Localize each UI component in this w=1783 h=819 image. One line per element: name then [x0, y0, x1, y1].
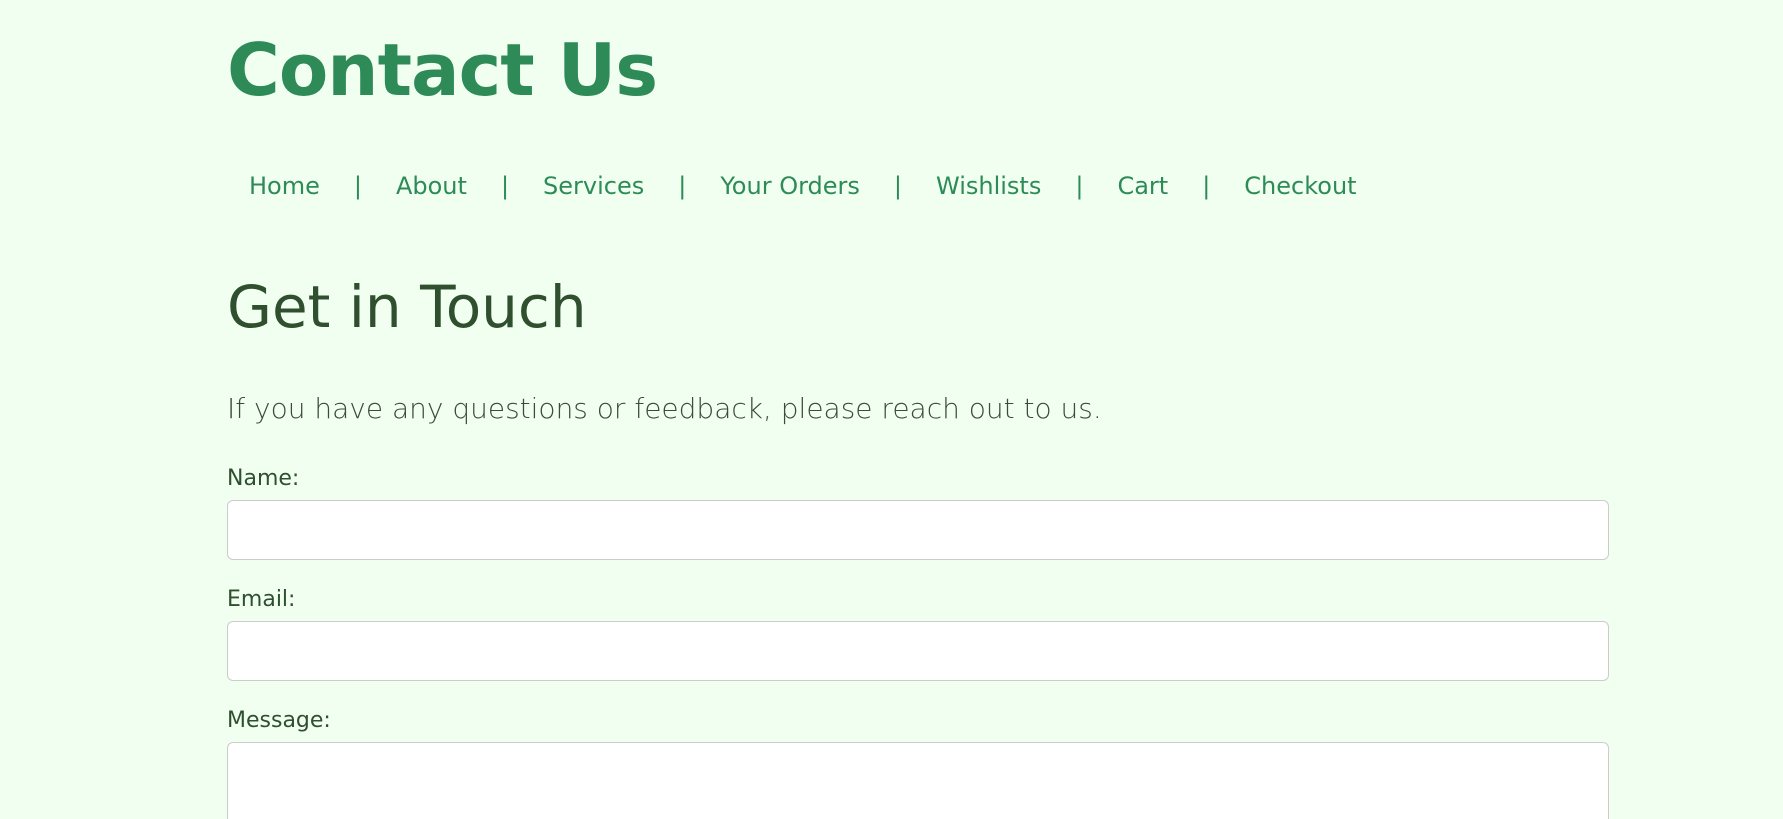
nav-separator: |: [1075, 172, 1084, 200]
name-input[interactable]: [227, 500, 1609, 560]
nav-item-checkout[interactable]: Checkout: [1222, 172, 1378, 200]
nav-separator: |: [500, 172, 510, 200]
page: Contact Us Home | About | Services | You…: [0, 0, 1783, 819]
intro-text: If you have any questions or feedback, p…: [227, 392, 1102, 425]
name-label: Name:: [227, 466, 300, 491]
nav-item-cart[interactable]: Cart: [1095, 172, 1190, 200]
page-heading: Get in Touch: [227, 273, 587, 341]
nav-separator: |: [353, 172, 362, 200]
nav-item-about[interactable]: About: [374, 172, 489, 200]
email-input[interactable]: [227, 621, 1609, 681]
message-textarea[interactable]: [227, 742, 1609, 819]
nav-separator: |: [1202, 172, 1211, 200]
main-nav: Home | About | Services | Your Orders | …: [227, 172, 1379, 200]
nav-separator: |: [893, 172, 902, 200]
email-label: Email:: [227, 587, 296, 612]
nav-item-wishlists[interactable]: Wishlists: [914, 172, 1063, 200]
site-title: Contact Us: [227, 28, 658, 112]
nav-item-services[interactable]: Services: [521, 172, 666, 200]
nav-item-home[interactable]: Home: [227, 172, 342, 200]
nav-separator: |: [678, 172, 687, 200]
message-label: Message:: [227, 708, 331, 733]
nav-item-your-orders[interactable]: Your Orders: [698, 172, 882, 200]
